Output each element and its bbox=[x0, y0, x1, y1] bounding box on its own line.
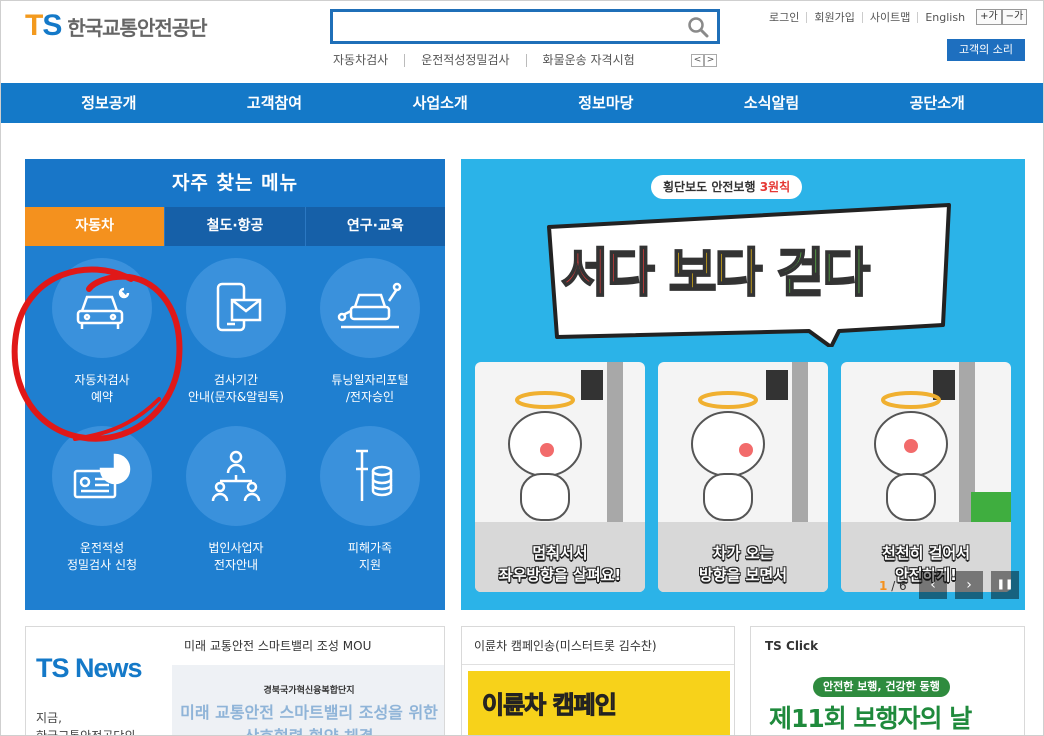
banner-caption: 멈춰서서 좌우방향을 살펴요! bbox=[498, 544, 622, 584]
news-img-line: 경북국가혁신융복합단지 bbox=[263, 686, 355, 696]
quick-item-circle bbox=[186, 258, 286, 358]
quick-item-label: 법인사업자 전자안내 bbox=[208, 541, 264, 572]
quick-item-label: 피해가족 지원 bbox=[347, 541, 393, 572]
keyword-prev-button[interactable]: < bbox=[691, 54, 704, 67]
news-headline[interactable]: 미래 교통안전 스마트밸리 조성 MOU bbox=[172, 627, 444, 665]
join-link[interactable]: 회원가입 bbox=[806, 11, 861, 23]
car-inspection-icon bbox=[76, 287, 130, 329]
quick-item-label: 검사기간 안내(문자&알림톡) bbox=[187, 373, 284, 404]
keyword-link[interactable]: 화물운송 자격시험 bbox=[525, 54, 651, 67]
page: TS 한국교통안전공단 자동차검사 운전적성정밀검사 화물운송 자격시험 < >… bbox=[0, 0, 1044, 736]
zoom-controls: +가 −가 bbox=[976, 9, 1028, 25]
quick-menu-panel: 자주 찾는 메뉴 자동차 철도·항공 연구·교육 자동차검사 예약 검사기간 안… bbox=[25, 159, 445, 610]
news-img-line: 미래 교통안전 스마트밸리 조성을 위한 bbox=[180, 703, 438, 722]
quick-item-circle bbox=[52, 258, 152, 358]
banner-pager: 1 / 6 bbox=[879, 579, 907, 593]
quick-item-victim-support[interactable]: 피해가족 지원 bbox=[303, 424, 437, 592]
banner-caption: 차가 오는 방향을 보면서 bbox=[698, 544, 788, 584]
ts-click-title[interactable]: TS Click bbox=[751, 627, 1024, 665]
car-tuning-icon bbox=[337, 282, 402, 329]
slogan-stop: 서다 bbox=[560, 243, 656, 305]
nav-item-news[interactable]: 소식알림 bbox=[689, 83, 855, 123]
logo-mark: TS bbox=[25, 9, 62, 42]
logo-letter-s: S bbox=[42, 9, 62, 42]
ts-click-banner-text[interactable]: 제11회 보행자의 날 bbox=[769, 699, 972, 735]
quick-item-label: 튜닝일자리포털 /전자승인 bbox=[331, 373, 409, 404]
nav-item-info-disclosure[interactable]: 정보공개 bbox=[26, 83, 192, 123]
quick-item-circle bbox=[320, 426, 420, 526]
quick-item-label: 운전적성 정밀검사 신청 bbox=[66, 541, 138, 572]
search-box bbox=[330, 9, 720, 44]
mobile-mail-icon bbox=[216, 282, 262, 332]
keyword-next-button[interactable]: > bbox=[704, 54, 717, 67]
tab-car[interactable]: 자동차 bbox=[25, 207, 165, 246]
site-logo[interactable]: TS 한국교통안전공단 bbox=[25, 9, 208, 42]
main-navigation: 정보공개 고객참여 사업소개 정보마당 소식알림 공단소개 bbox=[1, 83, 1043, 123]
ts-news-box: TS News 지금, 한국교통안전공단의 미래 교통안전 스마트밸리 조성 M… bbox=[25, 626, 445, 736]
zoom-in-button[interactable]: +가 bbox=[976, 9, 1002, 25]
quick-item-circle bbox=[52, 426, 152, 526]
keyword-link[interactable]: 운전적성정밀검사 bbox=[404, 54, 525, 67]
nav-item-business[interactable]: 사업소개 bbox=[357, 83, 523, 123]
banner-prev-button[interactable]: ‹ bbox=[919, 571, 947, 599]
banner-pause-button[interactable]: ❚❚ bbox=[991, 571, 1019, 599]
logo-letter-t: T bbox=[25, 9, 43, 42]
login-link[interactable]: 로그인 bbox=[769, 12, 806, 23]
aptitude-chart-icon bbox=[73, 453, 131, 499]
campaign-box: 이륜차 캠페인송(미스터트롯 김수찬) 이륜차 캠페인 bbox=[461, 626, 735, 735]
quick-item-car-inspection[interactable]: 자동차검사 예약 bbox=[35, 256, 169, 424]
ts-click-box: TS Click 안전한 보행, 건강한 동행 제11회 보행자의 날 bbox=[750, 626, 1025, 735]
quick-item-circle bbox=[320, 258, 420, 358]
quick-item-corporate[interactable]: 법인사업자 전자안내 bbox=[169, 424, 303, 592]
search-input[interactable] bbox=[333, 12, 673, 41]
tab-research-education[interactable]: 연구·교육 bbox=[304, 207, 445, 246]
banner-panel: 차가 오는 방향을 보면서 bbox=[658, 362, 828, 592]
ts-news-title: TS News bbox=[36, 653, 143, 683]
quick-item-tuning-portal[interactable]: 튜닝일자리포털 /전자승인 bbox=[303, 256, 437, 424]
corporate-people-icon bbox=[211, 450, 261, 502]
utility-links: 로그인 회원가입 사이트맵 English +가 −가 bbox=[769, 9, 1028, 25]
quick-item-circle bbox=[186, 426, 286, 526]
campaign-thumbnail[interactable]: 이륜차 캠페인 bbox=[468, 671, 730, 735]
logo-text: 한국교통안전공단 bbox=[67, 15, 207, 40]
keyword-link[interactable]: 자동차검사 bbox=[333, 54, 404, 67]
quick-menu-tabs: 자동차 철도·항공 연구·교육 bbox=[25, 207, 445, 246]
quick-menu-title: 자주 찾는 메뉴 bbox=[25, 159, 445, 207]
keyword-arrows: < > bbox=[691, 54, 717, 67]
quick-menu-grid: 자동차검사 예약 검사기간 안내(문자&알림톡) 튜닝일자리포털 /전자승인 운… bbox=[25, 246, 445, 592]
pager-total: / 6 bbox=[891, 579, 907, 593]
banner-slogan: 서다 보다 걷다 bbox=[560, 231, 872, 306]
nav-item-info[interactable]: 정보마당 bbox=[523, 83, 689, 123]
banner-panel: 천천히 걸어서 안전하게! bbox=[841, 362, 1011, 592]
nav-item-participation[interactable]: 고객참여 bbox=[192, 83, 358, 123]
pager-current: 1 bbox=[879, 579, 888, 593]
banner-tag-highlight: 3원칙 bbox=[759, 180, 791, 194]
zoom-out-button[interactable]: −가 bbox=[1001, 9, 1028, 25]
ts-click-badge: 안전한 보행, 건강한 동행 bbox=[813, 677, 950, 697]
news-img-line: 상호협력 협약 체결 bbox=[172, 723, 444, 735]
slogan-look: 보다 bbox=[668, 243, 764, 305]
nav-item-about[interactable]: 공단소개 bbox=[854, 83, 1020, 123]
quick-item-inspection-period[interactable]: 검사기간 안내(문자&알림톡) bbox=[169, 256, 303, 424]
campaign-img-text: 이륜차 캠페인 bbox=[482, 691, 618, 720]
quick-item-aptitude-test[interactable]: 운전적성 정밀검사 신청 bbox=[35, 424, 169, 592]
banner-tag: 횡단보도 안전보행 3원칙 bbox=[651, 175, 803, 199]
tab-rail-air[interactable]: 철도·항공 bbox=[164, 207, 305, 246]
search-icon[interactable] bbox=[687, 16, 709, 38]
crutch-coins-icon bbox=[356, 449, 393, 501]
campaign-headline[interactable]: 이륜차 캠페인송(미스터트롯 김수찬) bbox=[462, 627, 734, 665]
slogan-walk: 걷다 bbox=[776, 243, 872, 305]
english-link[interactable]: English bbox=[917, 11, 972, 23]
quick-item-label: 자동차검사 예약 bbox=[74, 373, 130, 404]
customer-voice-button[interactable]: 고객의 소리 bbox=[947, 39, 1025, 61]
sitemap-link[interactable]: 사이트맵 bbox=[861, 11, 917, 23]
banner-next-button[interactable]: › bbox=[955, 571, 983, 599]
banner-panel: 멈춰서서 좌우방향을 살펴요! bbox=[475, 362, 645, 592]
popular-keywords: 자동차검사 운전적성정밀검사 화물운송 자격시험 bbox=[333, 54, 651, 67]
banner-tag-text: 횡단보도 안전보행 bbox=[663, 180, 760, 194]
news-thumbnail[interactable]: 경북국가혁신융복합단지 미래 교통안전 스마트밸리 조성을 위한 상호협력 협약… bbox=[172, 665, 444, 735]
main-banner[interactable]: 횡단보도 안전보행 3원칙 서다 보다 걷다 멈춰서서 좌우방향을 살펴요! 차… bbox=[461, 159, 1025, 610]
ts-news-desc: 지금, 한국교통안전공단의 bbox=[36, 711, 136, 736]
